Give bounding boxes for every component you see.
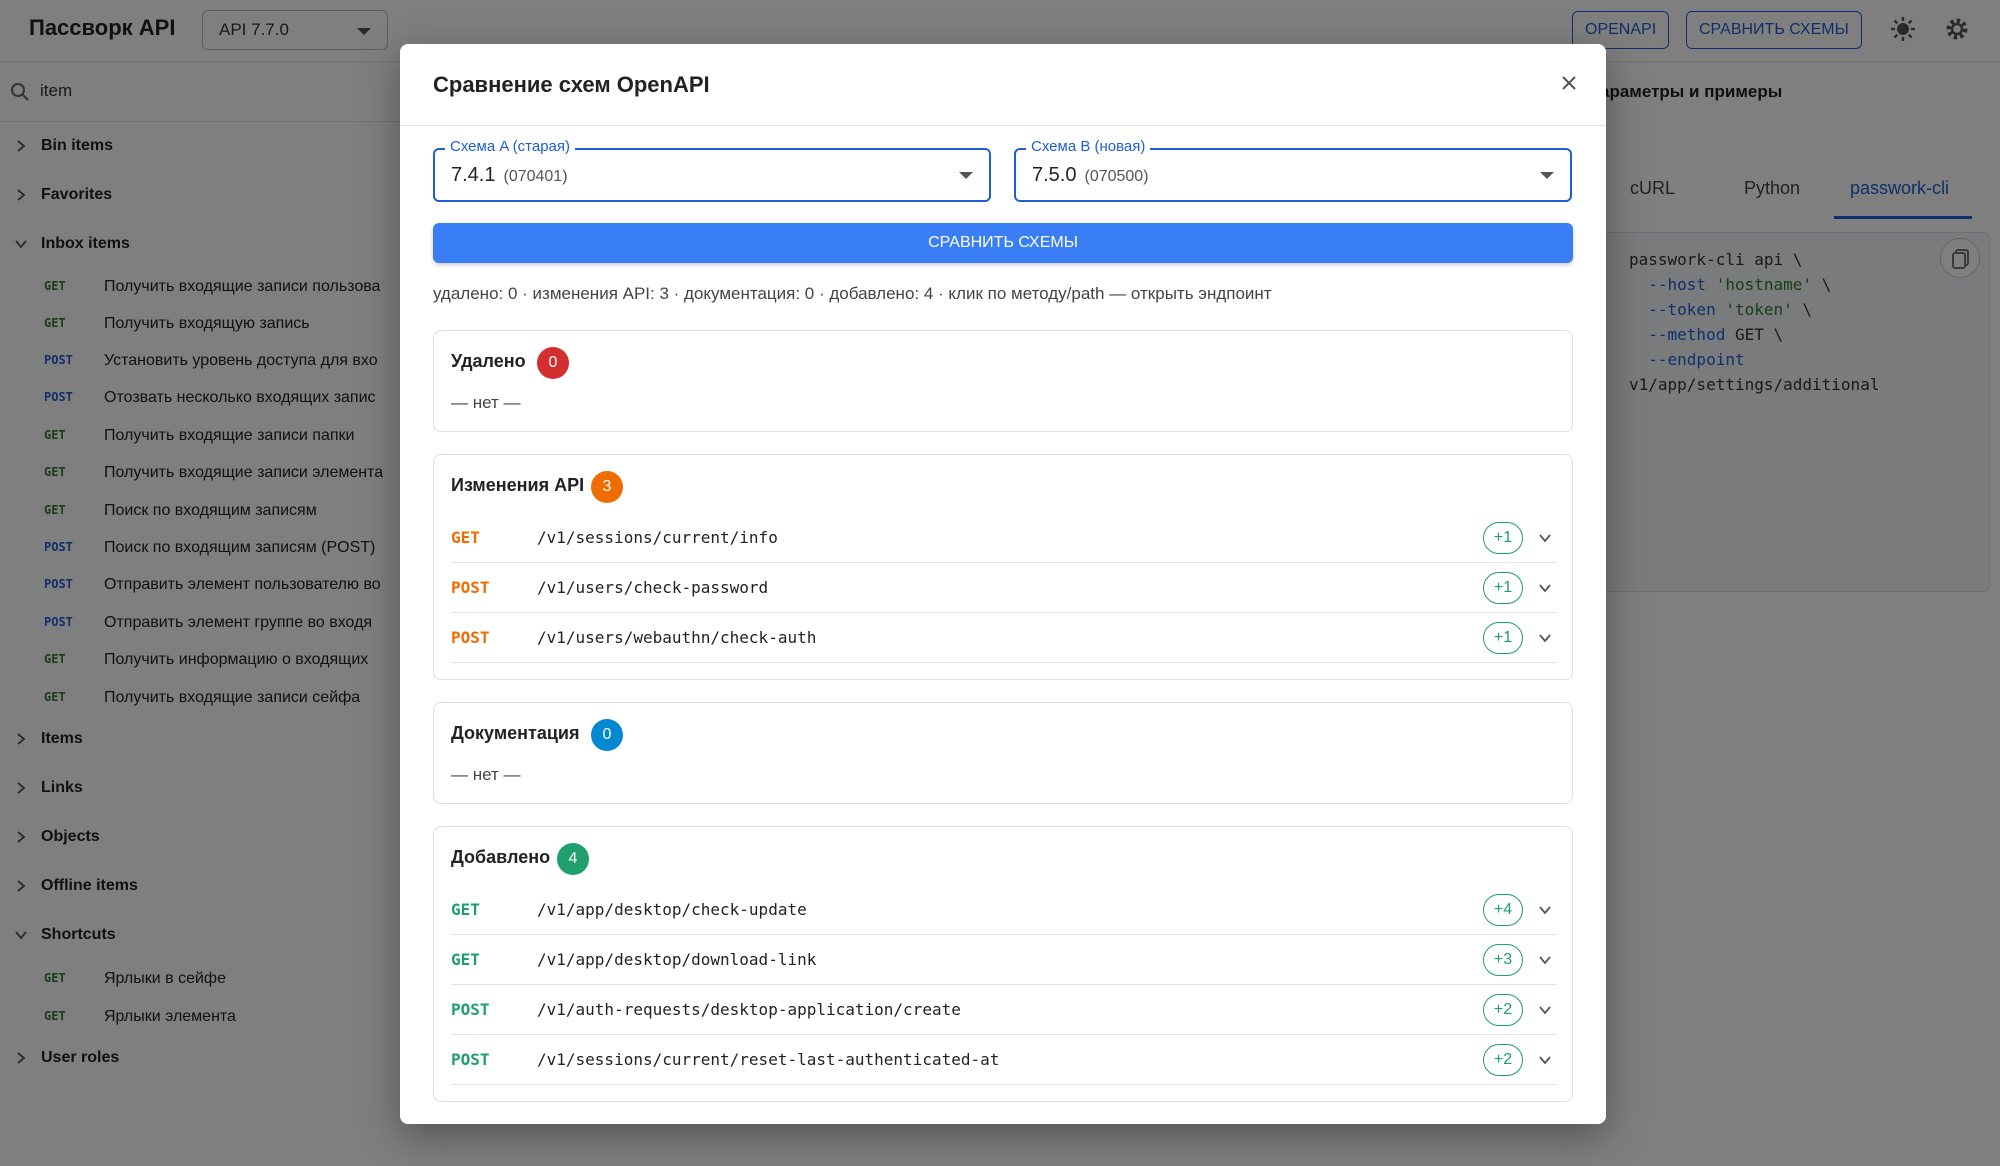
- compare-schemas-dialog: Сравнение схем OpenAPI Схема A (старая) …: [400, 44, 1606, 1124]
- count-badge: 0: [591, 719, 623, 751]
- chevron-down-icon[interactable]: [1537, 902, 1553, 918]
- dropdown-caret-icon: [1540, 172, 1554, 179]
- empty-text: — нет —: [451, 393, 521, 412]
- count-badge: 3: [591, 471, 623, 503]
- schema-b-legend: Схема B (новая): [1026, 138, 1151, 155]
- count-badge: 4: [557, 843, 589, 875]
- empty-text: — нет —: [451, 765, 521, 784]
- removed-section: Удалено 0 — нет —: [433, 330, 1573, 432]
- chevron-down-icon[interactable]: [1537, 580, 1553, 596]
- dialog-header: Сравнение схем OpenAPI: [400, 44, 1606, 126]
- diff-row[interactable]: POST /v1/sessions/current/reset-last-aut…: [451, 1035, 1557, 1085]
- dialog-title: Сравнение схем OpenAPI: [433, 72, 710, 97]
- api-changes-section: Изменения API 3 GET /v1/sessions/current…: [433, 454, 1573, 680]
- diff-row[interactable]: POST /v1/auth-requests/desktop-applicati…: [451, 985, 1557, 1035]
- count-badge: 0: [537, 347, 569, 379]
- diff-row[interactable]: GET /v1/app/desktop/check-update +4: [451, 885, 1557, 935]
- diff-row[interactable]: GET /v1/app/desktop/download-link +3: [451, 935, 1557, 985]
- section-title: Удалено: [451, 351, 526, 371]
- method-label[interactable]: POST: [451, 628, 490, 647]
- path-label[interactable]: /v1/auth-requests/desktop-application/cr…: [537, 1000, 961, 1019]
- path-label[interactable]: /v1/sessions/current/info: [537, 528, 778, 547]
- diff-row[interactable]: POST /v1/users/webauthn/check-auth +1: [451, 613, 1557, 663]
- delta-chip: +1: [1483, 622, 1523, 654]
- chevron-down-icon[interactable]: [1537, 630, 1553, 646]
- method-label[interactable]: GET: [451, 900, 480, 919]
- compare-schemas-button[interactable]: СРАВНИТЬ СХЕМЫ: [433, 223, 1573, 263]
- delta-chip: +2: [1483, 1044, 1523, 1076]
- chevron-down-icon[interactable]: [1537, 530, 1553, 546]
- method-label[interactable]: POST: [451, 578, 490, 597]
- schema-b-select[interactable]: Схема B (новая) 7.5.0 (070500): [1014, 138, 1572, 202]
- close-icon[interactable]: [1554, 68, 1584, 98]
- path-label[interactable]: /v1/users/webauthn/check-auth: [537, 628, 816, 647]
- path-label[interactable]: /v1/users/check-password: [537, 578, 768, 597]
- chevron-down-icon[interactable]: [1537, 952, 1553, 968]
- section-title: Изменения API: [451, 475, 585, 495]
- delta-chip: +4: [1483, 894, 1523, 926]
- schema-b-value: 7.5.0 (070500): [1032, 164, 1149, 186]
- method-label[interactable]: POST: [451, 1050, 490, 1069]
- delta-chip: +1: [1483, 572, 1523, 604]
- delta-chip: +3: [1483, 944, 1523, 976]
- method-label[interactable]: GET: [451, 950, 480, 969]
- diff-row[interactable]: GET /v1/sessions/current/info +1: [451, 513, 1557, 563]
- dropdown-caret-icon: [959, 172, 973, 179]
- path-label[interactable]: /v1/app/desktop/download-link: [537, 950, 816, 969]
- path-label[interactable]: /v1/app/desktop/check-update: [537, 900, 807, 919]
- method-label[interactable]: GET: [451, 528, 480, 547]
- method-label[interactable]: POST: [451, 1000, 490, 1019]
- diff-summary: удалено: 0 · изменения API: 3 · документ…: [433, 284, 1272, 303]
- documentation-section: Документация 0 — нет —: [433, 702, 1573, 804]
- chevron-down-icon[interactable]: [1537, 1052, 1553, 1068]
- delta-chip: +2: [1483, 994, 1523, 1026]
- section-title: Документация: [451, 723, 580, 743]
- section-title: Добавлено: [451, 847, 551, 867]
- schema-a-select[interactable]: Схема A (старая) 7.4.1 (070401): [433, 138, 991, 202]
- path-label[interactable]: /v1/sessions/current/reset-last-authenti…: [537, 1050, 999, 1069]
- delta-chip: +1: [1483, 522, 1523, 554]
- added-section: Добавлено 4 GET /v1/app/desktop/check-up…: [433, 826, 1573, 1102]
- diff-row[interactable]: POST /v1/users/check-password +1: [451, 563, 1557, 613]
- schema-a-value: 7.4.1 (070401): [451, 164, 568, 186]
- schema-a-legend: Схема A (старая): [445, 138, 576, 155]
- chevron-down-icon[interactable]: [1537, 1002, 1553, 1018]
